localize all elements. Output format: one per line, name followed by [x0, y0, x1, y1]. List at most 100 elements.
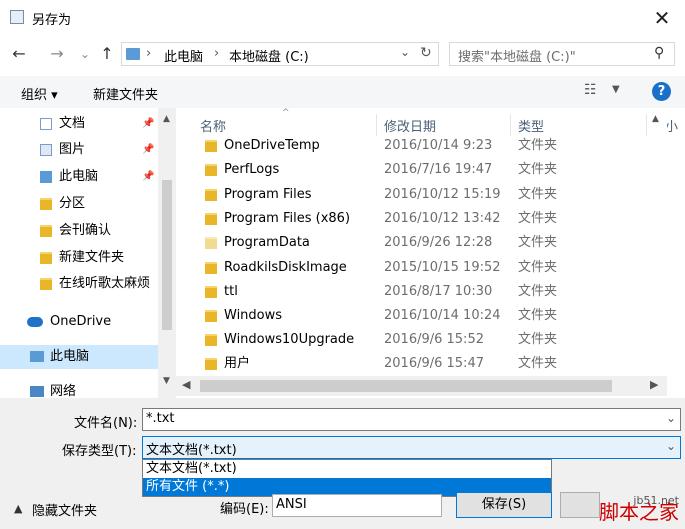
folder-icon	[205, 262, 217, 274]
file-row[interactable]: Program Files 2016/10/12 15:19 文件夹	[176, 183, 666, 207]
hidden-folder-icon	[205, 237, 217, 249]
computer-icon	[126, 48, 140, 60]
column-header-type[interactable]: 类型	[518, 116, 544, 135]
navigation-scrollbar[interactable]: ▲ ▼	[158, 108, 176, 398]
file-row[interactable]: 用户 2016/9/6 15:47 文件夹	[176, 352, 666, 376]
encoding-select[interactable]: ANSI	[272, 494, 442, 517]
computer-icon	[40, 171, 52, 183]
folder-icon	[205, 164, 217, 176]
organize-button[interactable]: 组织 ▾	[21, 84, 58, 103]
scroll-left-arrow-icon[interactable]: ◀	[182, 378, 190, 391]
filetype-label: 保存类型(T):	[62, 444, 137, 459]
column-divider[interactable]	[510, 114, 511, 136]
navigation-pane: 文档 📌 图片 📌 此电脑 📌 分区 会刊确认 新建文件夹 在线听歌太麻烦 On…	[0, 108, 176, 398]
scroll-up-arrow-icon[interactable]: ▲	[652, 114, 659, 124]
watermark-name: 脚本之家	[599, 500, 679, 524]
file-row[interactable]: ProgramData 2016/9/26 12:28 文件夹	[176, 231, 666, 255]
scroll-thumb[interactable]	[162, 180, 172, 330]
file-row[interactable]: ttl 2016/8/17 10:30 文件夹	[176, 280, 666, 304]
file-row[interactable]: RoadkilsDiskImage 2015/10/15 19:52 文件夹	[176, 256, 666, 280]
folder-icon	[205, 358, 217, 370]
file-name: 用户	[224, 356, 251, 371]
address-bar[interactable]: › 此电脑 › 本地磁盘 (C:) ⌄ ↻	[121, 42, 439, 66]
breadcrumb-this-pc[interactable]: 此电脑	[164, 46, 203, 65]
file-row[interactable]: Program Files (x86) 2016/10/12 13:42 文件夹	[176, 207, 666, 231]
sidebar-item-partition[interactable]: 分区	[0, 192, 158, 216]
scroll-up-arrow-icon[interactable]: ▲	[163, 114, 170, 124]
sidebar-item-onedrive[interactable]: OneDrive	[0, 310, 158, 334]
breadcrumb-separator: ›	[146, 46, 152, 61]
search-placeholder: 搜索"本地磁盘 (C:)"	[458, 50, 576, 65]
help-icon[interactable]: ?	[652, 82, 671, 101]
sidebar-item-network[interactable]: 网络	[0, 380, 158, 398]
file-row[interactable]: PerfLogs 2016/7/16 19:47 文件夹	[176, 158, 666, 182]
file-list-horizontal-scrollbar[interactable]: ◀ ▶	[176, 376, 667, 396]
chevron-up-icon[interactable]: ▲	[14, 502, 22, 515]
recent-locations-button[interactable]: ⌄	[74, 43, 96, 65]
chevron-down-icon[interactable]: ⌄	[666, 411, 676, 425]
file-modified: 2016/8/17 10:30	[384, 284, 493, 299]
file-type: 文件夹	[518, 356, 558, 371]
sidebar-item-music[interactable]: 在线听歌太麻烦	[0, 272, 158, 296]
sidebar-item-this-pc[interactable]: 此电脑	[0, 345, 158, 369]
file-type: 文件夹	[518, 235, 558, 250]
breadcrumb-local-disk[interactable]: 本地磁盘 (C:)	[229, 46, 309, 65]
sidebar-item-pictures[interactable]: 图片 📌	[0, 138, 158, 162]
up-button[interactable]: ↑	[96, 43, 118, 65]
filetype-option[interactable]: 文本文档(*.txt)	[143, 460, 551, 478]
file-modified: 2015/10/15 19:52	[384, 260, 501, 275]
back-button[interactable]: ←	[8, 43, 30, 65]
file-row[interactable]: Windows10Upgrade 2016/9/6 15:52 文件夹	[176, 328, 666, 352]
file-modified: 2016/9/6 15:47	[384, 356, 484, 371]
sidebar-item-label: 图片	[59, 142, 86, 157]
sidebar-item-label: 在线听歌太麻烦	[59, 276, 151, 291]
cancel-button[interactable]	[560, 492, 600, 518]
sidebar-item-confirm[interactable]: 会刊确认	[0, 219, 158, 243]
notepad-icon	[10, 10, 24, 24]
file-type: 文件夹	[518, 138, 558, 153]
scroll-down-arrow-icon[interactable]: ▼	[163, 376, 170, 386]
file-modified: 2016/10/14 10:24	[384, 308, 501, 323]
scroll-right-arrow-icon[interactable]: ▶	[650, 378, 658, 391]
file-modified: 2016/10/14 9:23	[384, 138, 493, 153]
pin-icon: 📌	[142, 171, 155, 182]
file-row[interactable]: OneDriveTemp 2016/10/14 9:23 文件夹	[176, 134, 666, 158]
folder-icon	[205, 334, 217, 346]
save-button[interactable]: 保存(S)	[456, 492, 552, 518]
file-row[interactable]: Windows 2016/10/14 10:24 文件夹	[176, 304, 666, 328]
sidebar-item-label: 文档	[59, 116, 86, 131]
sidebar-item-new-folder[interactable]: 新建文件夹	[0, 246, 158, 270]
column-divider[interactable]	[376, 114, 377, 136]
filename-input[interactable]: *.txt ⌄	[142, 408, 681, 431]
file-modified: 2016/10/12 15:19	[384, 187, 501, 202]
sidebar-item-documents[interactable]: 文档 📌	[0, 112, 158, 136]
column-header-modified[interactable]: 修改日期	[384, 116, 436, 135]
view-options-icon[interactable]: ☷	[584, 82, 597, 98]
sidebar-item-this-pc-quick[interactable]: 此电脑 📌	[0, 165, 158, 189]
file-name: ttl	[224, 284, 238, 299]
file-type: 文件夹	[518, 187, 558, 202]
folder-icon	[205, 310, 217, 322]
file-name: ProgramData	[224, 235, 310, 250]
chevron-down-icon[interactable]: ⌄	[400, 45, 410, 59]
file-name: PerfLogs	[224, 162, 280, 177]
search-icon[interactable]: ⚲	[654, 45, 664, 61]
folder-icon	[40, 278, 52, 290]
chevron-down-icon[interactable]: ⌄	[666, 439, 676, 453]
file-name: Program Files (x86)	[224, 211, 351, 226]
file-type: 文件夹	[518, 308, 558, 323]
file-type: 文件夹	[518, 284, 558, 299]
new-folder-button[interactable]: 新建文件夹	[93, 84, 158, 103]
file-list-vertical-scrollbar[interactable]: ▲	[647, 108, 667, 378]
refresh-icon[interactable]: ↻	[420, 45, 432, 61]
scroll-thumb[interactable]	[200, 380, 612, 392]
search-input[interactable]: 搜索"本地磁盘 (C:)" ⚲	[449, 42, 675, 66]
toolbar: 组织 ▾ 新建文件夹 ☷ ▼ ?	[0, 76, 685, 109]
file-modified: 2016/9/6 15:52	[384, 332, 484, 347]
close-icon[interactable]: ✕	[647, 4, 677, 32]
filetype-select[interactable]: 文本文档(*.txt) ⌄	[142, 436, 681, 459]
forward-button[interactable]: →	[46, 43, 68, 65]
column-header-name[interactable]: 名称	[200, 116, 226, 135]
hide-folders-button[interactable]: 隐藏文件夹	[32, 500, 97, 519]
view-dropdown-icon[interactable]: ▼	[612, 84, 620, 95]
